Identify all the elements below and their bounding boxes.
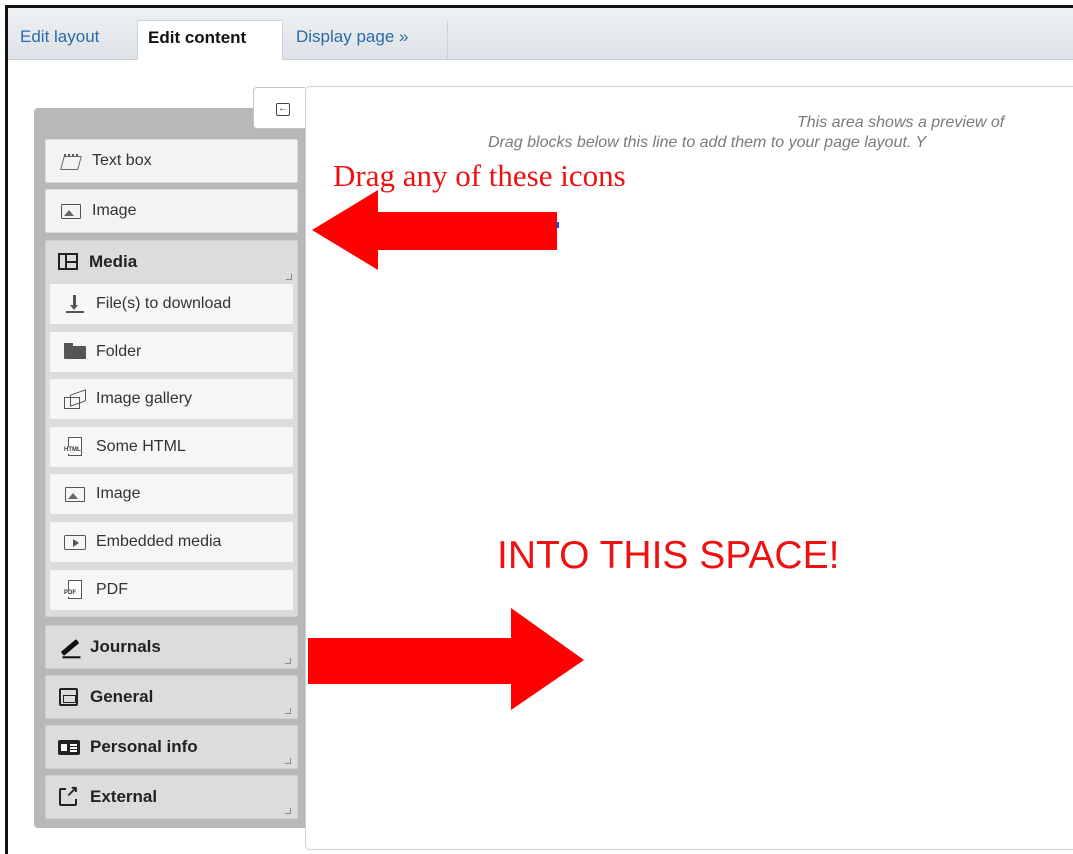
pen-icon [56,636,82,658]
block-image-media[interactable]: Image [49,473,294,515]
block-label: Image [96,485,141,502]
tab-display-page[interactable]: Display page » [286,20,448,60]
calendar-icon [56,686,82,708]
left-arrow-annotation [312,190,557,270]
pdf-icon: PDF [62,580,88,600]
external-link-icon [56,784,82,808]
category-external[interactable]: External [45,775,298,819]
block-folder[interactable]: Folder [49,331,294,373]
gallery-icon [62,389,88,409]
block-label: File(s) to download [96,295,232,312]
collapse-sidebar-icon: ← [276,103,290,116]
annotation-space-text: INTO THIS SPACE! [497,534,840,577]
drop-marker [556,222,559,228]
id-card-icon [56,736,82,758]
block-label: PDF [96,581,128,598]
film-icon [55,251,81,273]
block-label: Image gallery [96,390,193,407]
tab-bar: Edit layout Edit content Display page » [8,8,1073,60]
category-label: External [90,787,158,806]
category-label: Journals [90,637,161,656]
tab-edit-content[interactable]: Edit content [137,20,283,60]
block-image[interactable]: Image [45,189,298,233]
category-label: General [90,687,154,706]
block-files-to-download[interactable]: File(s) to download [49,283,294,325]
embed-icon [62,532,88,552]
image-icon [58,201,84,221]
image-icon [62,484,88,504]
tab-edit-layout[interactable]: Edit layout [10,20,128,60]
block-image-gallery[interactable]: Image gallery [49,378,294,420]
annotation-drag-text: Drag any of these icons [333,158,626,193]
resize-grip-icon [285,658,291,664]
block-label: Image [92,202,137,219]
resize-grip-icon [286,274,292,280]
block-embedded-media[interactable]: Embedded media [49,521,294,563]
block-label: Text box [92,152,152,169]
category-personal-info[interactable]: Personal info [45,725,298,769]
category-general[interactable]: General [45,675,298,719]
collapse-palette-button[interactable]: ← [253,87,305,129]
block-text-box[interactable]: Text box [45,139,298,183]
block-some-html[interactable]: HTML Some HTML [49,426,294,468]
resize-grip-icon [285,708,291,714]
resize-grip-icon [285,808,291,814]
download-icon [62,294,88,314]
block-label: Embedded media [96,533,222,550]
block-label: Some HTML [96,438,186,455]
category-journals[interactable]: Journals [45,625,298,669]
right-arrow-annotation [308,608,584,710]
preview-hint-text: This area shows a preview of [797,114,1005,131]
category-media[interactable]: Media [45,240,298,284]
block-label: Folder [96,343,142,360]
drag-hint-text: Drag blocks below this line to add them … [488,134,927,151]
category-label: Personal info [90,737,198,756]
category-label: Media [89,252,138,271]
block-pdf[interactable]: PDF PDF [49,569,294,611]
text-box-icon [58,151,84,171]
html-icon: HTML [62,437,88,457]
folder-icon [62,342,88,362]
resize-grip-icon [285,758,291,764]
